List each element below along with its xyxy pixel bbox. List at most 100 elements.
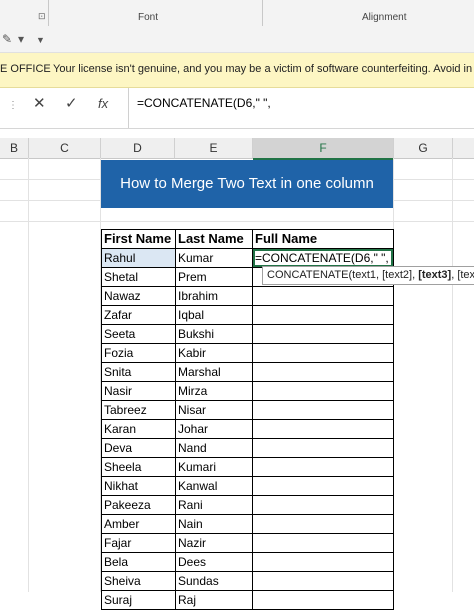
format-painter-icon[interactable]: ✎ [2, 32, 12, 46]
cell-full-name[interactable] [252, 419, 394, 439]
column-header-f[interactable]: F [253, 138, 394, 160]
cell-first-name[interactable]: Pakeeza [101, 495, 176, 515]
ribbon-separator [48, 0, 49, 26]
cell-last-name[interactable]: Bukshi [175, 324, 253, 344]
cell-last-name[interactable]: Marshal [175, 362, 253, 382]
table-row: Snita Marshal [101, 362, 394, 382]
cell-first-name[interactable]: Sheiva [101, 571, 176, 591]
cell-first-name[interactable]: Snita [101, 362, 176, 382]
table-row: Deva Nand [101, 438, 394, 458]
cell-full-name[interactable] [252, 362, 394, 382]
cell-last-name[interactable]: Kanwal [175, 476, 253, 496]
cell-last-name[interactable]: Ibrahim [175, 286, 253, 306]
cell-full-name[interactable] [252, 343, 394, 363]
column-header-h[interactable] [453, 138, 474, 159]
table-row: Amber Nain [101, 514, 394, 534]
cell-first-name[interactable]: Seeta [101, 324, 176, 344]
cell-first-name[interactable]: Zafar [101, 305, 176, 325]
cell-last-name[interactable]: Iqbal [175, 305, 253, 325]
column-header-d[interactable]: D [101, 138, 175, 159]
column-header-b[interactable]: B [0, 138, 29, 159]
ribbon: ⊡ Font Alignment [0, 0, 474, 29]
cell-first-name[interactable]: Fajar [101, 533, 176, 553]
cell-first-name[interactable]: Bela [101, 552, 176, 572]
cell-full-name[interactable] [252, 552, 394, 572]
cell-first-name[interactable]: Karan [101, 419, 176, 439]
table-row: Nikhat Kanwal [101, 476, 394, 496]
header-full-name[interactable]: Full Name [252, 229, 394, 249]
ribbon-group-font: Font [138, 12, 159, 23]
cell-full-name[interactable] [252, 438, 394, 458]
cell-first-name[interactable]: Rahul [101, 248, 176, 268]
tooltip-suffix: , [tex [451, 269, 474, 281]
cell-last-name[interactable]: Nand [175, 438, 253, 458]
cell-full-name[interactable] [252, 476, 394, 496]
table-row: Tabreez Nisar [101, 400, 394, 420]
table-row: Nawaz Ibrahim [101, 286, 394, 306]
cell-first-name[interactable]: Sheela [101, 457, 176, 477]
cell-full-name[interactable] [252, 457, 394, 477]
grid-line [0, 221, 474, 222]
table-row: Fajar Nazir [101, 533, 394, 553]
formula-text: =CONCATENATE(D6," ", [137, 96, 271, 110]
grid-line [28, 158, 29, 592]
cell-last-name[interactable]: Dees [175, 552, 253, 572]
cell-last-name[interactable]: Raj [175, 590, 253, 610]
insert-function-icon[interactable]: fx [98, 96, 108, 111]
cell-last-name[interactable]: Sundas [175, 571, 253, 591]
cell-full-name[interactable] [252, 305, 394, 325]
enter-icon[interactable]: ✓ [65, 94, 78, 112]
cell-full-name[interactable] [252, 400, 394, 420]
cell-first-name[interactable]: Nikhat [101, 476, 176, 496]
cell-last-name[interactable]: Prem [175, 267, 253, 287]
table-header-row: First Name Last Name Full Name [101, 229, 394, 249]
dialog-launcher-icon[interactable]: ⊡ [38, 11, 46, 22]
cell-last-name[interactable]: Nain [175, 514, 253, 534]
cell-first-name[interactable]: Nasir [101, 381, 176, 401]
table-row: Nasir Mirza [101, 381, 394, 401]
cell-last-name[interactable]: Kumari [175, 457, 253, 477]
more-icon[interactable]: ▼ [36, 35, 45, 45]
column-header-e[interactable]: E [175, 138, 253, 159]
table-row: Fozia Kabir [101, 343, 394, 363]
cell-full-name[interactable] [252, 495, 394, 515]
cell-first-name[interactable]: Fozia [101, 343, 176, 363]
tooltip-prefix: CONCATENATE(text1, [text2], [267, 269, 419, 281]
formula-input[interactable]: =CONCATENATE(D6," ", [128, 88, 474, 128]
cell-full-name[interactable] [252, 514, 394, 534]
cell-last-name[interactable]: Rani [175, 495, 253, 515]
cell-full-name[interactable] [252, 571, 394, 591]
table-row: Sheiva Sundas [101, 571, 394, 591]
cell-full-name[interactable] [252, 381, 394, 401]
header-last-name[interactable]: Last Name [175, 229, 253, 249]
column-header-c[interactable]: C [29, 138, 101, 159]
cell-full-name[interactable] [252, 590, 394, 610]
table-row: Suraj Raj [101, 590, 394, 610]
cell-last-name[interactable]: Kumar [175, 248, 253, 268]
cell-first-name[interactable]: Shetal [101, 267, 176, 287]
cancel-icon[interactable]: ✕ [33, 94, 46, 112]
cell-last-name[interactable]: Nisar [175, 400, 253, 420]
name-box-resize-handle[interactable]: ⋮ [8, 100, 18, 111]
cell-first-name[interactable]: Suraj [101, 590, 176, 610]
dropdown-icon[interactable]: ▾ [18, 32, 24, 46]
cell-first-name[interactable]: Deva [101, 438, 176, 458]
function-argument-tooltip[interactable]: CONCATENATE(text1, [text2], [text3], [te… [262, 266, 474, 285]
license-warning-bar: E OFFICE Your license isn't genuine, and… [0, 53, 474, 88]
cell-last-name[interactable]: Kabir [175, 343, 253, 363]
cell-full-name[interactable]: =CONCATENATE(D6," ", [252, 248, 394, 268]
header-first-name[interactable]: First Name [101, 229, 176, 249]
cell-last-name[interactable]: Nazir [175, 533, 253, 553]
table-row: Bela Dees [101, 552, 394, 572]
cell-first-name[interactable]: Nawaz [101, 286, 176, 306]
cell-last-name[interactable]: Mirza [175, 381, 253, 401]
sheet-banner-title: How to Merge Two Text in one column [101, 160, 393, 208]
cell-last-name[interactable]: Johar [175, 419, 253, 439]
cell-full-name[interactable] [252, 533, 394, 553]
cell-full-name[interactable] [252, 286, 394, 306]
cell-full-name[interactable] [252, 324, 394, 344]
warning-title: E OFFICE [0, 63, 51, 75]
cell-first-name[interactable]: Amber [101, 514, 176, 534]
cell-first-name[interactable]: Tabreez [101, 400, 176, 420]
column-header-g[interactable]: G [394, 138, 453, 159]
